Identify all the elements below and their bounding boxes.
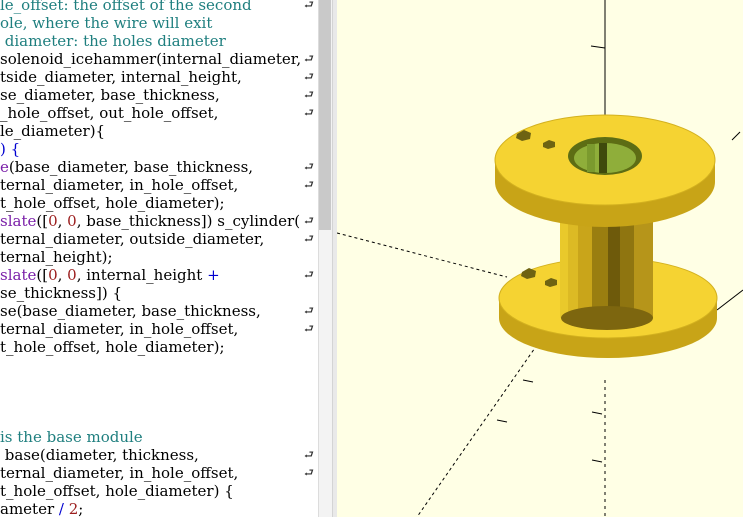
tick-4 <box>591 459 603 463</box>
code-token: (base_diameter, base_thickness, <box>8 158 254 176</box>
code-line: se(base_diameter, base_thickness, <box>0 302 261 320</box>
code-token: ternal_height); <box>0 248 113 266</box>
x-axis-negative <box>337 232 508 278</box>
code-token: base(diameter, thickness, <box>0 446 199 464</box>
code-line: e(base_diameter, base_thickness, <box>0 158 253 176</box>
code-line: ternal_diameter, in_hole_offset, <box>0 320 238 338</box>
wrap-arrow-icon: ⮐ <box>304 52 314 65</box>
wrap-arrow-icon: ⮐ <box>304 448 314 461</box>
code-token: ternal_diameter, in_hole_offset, <box>0 176 239 194</box>
code-line: ameter / 2; <box>0 500 83 517</box>
wrap-arrow-icon: ⮐ <box>304 304 314 317</box>
top-flange <box>494 114 716 227</box>
code-token: 0 <box>48 212 58 230</box>
code-token: le_offset: the offset of the second <box>0 0 252 14</box>
code-line: is the base module <box>0 428 143 446</box>
code-token: slate <box>0 212 37 230</box>
wrap-arrow-icon: ⮐ <box>304 178 314 191</box>
code-token: ole, where the wire will exit <box>0 14 213 32</box>
wrap-arrow-icon: ⮐ <box>304 88 314 101</box>
code-token: , <box>57 266 68 284</box>
code-token: solenoid_icehammer(internal_diameter, <box>0 50 302 68</box>
code-token: t_hole_offset, hole_diameter) { <box>0 482 234 500</box>
code-token: tside_diameter, internal_height, <box>0 68 242 86</box>
code-token: t_hole_offset, hole_diameter); <box>0 338 225 356</box>
3d-viewport[interactable] <box>337 0 743 517</box>
code-token: 0 <box>67 212 77 230</box>
code-token: slate <box>0 266 37 284</box>
wrap-arrow-icon: ⮐ <box>304 466 314 479</box>
code-token: 0 <box>67 266 77 284</box>
code-token: 0 <box>48 266 58 284</box>
code-token: ; <box>78 500 84 517</box>
x-axis <box>716 289 743 311</box>
wrap-arrow-icon: ⮐ <box>304 0 314 11</box>
code-line: se_diameter, base_thickness, <box>0 86 220 104</box>
code-editor[interactable]: le_offset: the offset of the second ⮐ ole,… <box>0 0 318 517</box>
code-token: , base_thickness]) s_cylinder( <box>76 212 301 230</box>
code-token: ([ <box>36 212 49 230</box>
code-token: , internal_height <box>76 266 208 284</box>
tick-5 <box>731 131 741 141</box>
code-line: diameter: the holes diameter <box>0 32 226 50</box>
code-line: _hole_offset, out_hole_offset, <box>0 104 218 122</box>
code-line: t_hole_offset, hole_diameter) { <box>0 482 234 500</box>
z-tick <box>590 45 606 49</box>
code-token: , <box>57 212 68 230</box>
wrap-arrow-icon: ⮐ <box>304 214 314 227</box>
code-line: slate([0, 0, base_thickness]) s_cylinder… <box>0 212 300 230</box>
code-token: ) { <box>0 140 21 158</box>
code-token: ameter <box>0 500 59 517</box>
code-token: is the base module <box>0 428 143 446</box>
code-token: se_thickness]) { <box>0 284 122 302</box>
code-line: tside_diameter, internal_height, <box>0 68 242 86</box>
editor-scrollbar-thumb[interactable] <box>319 0 331 230</box>
code-token: _hole_offset, out_hole_offset, <box>0 104 219 122</box>
wrap-arrow-icon: ⮐ <box>304 322 314 335</box>
tick-2 <box>496 419 508 423</box>
code-token: se_diameter, base_thickness, <box>0 86 220 104</box>
code-token: t_hole_offset, hole_diameter); <box>0 194 225 212</box>
wrap-arrow-icon: ⮐ <box>304 70 314 83</box>
code-token: ternal_diameter, in_hole_offset, <box>0 464 239 482</box>
code-token: ternal_diameter, outside_diameter, <box>0 230 265 248</box>
axes <box>337 0 743 517</box>
code-line: ternal_diameter, in_hole_offset, <box>0 464 238 482</box>
code-token: diameter: the holes diameter <box>0 32 226 50</box>
code-token: e <box>0 158 9 176</box>
code-line: t_hole_offset, hole_diameter); <box>0 194 225 212</box>
tick-3 <box>591 411 603 415</box>
code-token: + <box>207 266 220 284</box>
code-token: le_diameter){ <box>0 122 106 140</box>
code-token: ternal_diameter, in_hole_offset, <box>0 320 239 338</box>
code-line: ternal_diameter, in_hole_offset, <box>0 176 238 194</box>
code-line: base(diameter, thickness, <box>0 446 199 464</box>
center-cylinder <box>560 222 653 330</box>
code-line: slate([0, 0, internal_height + <box>0 266 220 284</box>
code-line: le_offset: the offset of the second <box>0 0 252 14</box>
code-line: ternal_height); <box>0 248 113 266</box>
wrap-arrow-icon: ⮐ <box>304 160 314 173</box>
code-token: ([ <box>36 266 49 284</box>
code-line: se_thickness]) { <box>0 284 122 302</box>
code-line: t_hole_offset, hole_diameter); <box>0 338 225 356</box>
code-line: le_diameter){ <box>0 122 105 140</box>
y-axis-negative <box>416 344 538 517</box>
tick-1 <box>522 379 534 383</box>
code-line: ) { <box>0 140 20 158</box>
code-token: 2 <box>68 500 79 517</box>
code-token: se(base_diameter, base_thickness, <box>0 302 261 320</box>
code-line: ternal_diameter, outside_diameter, <box>0 230 264 248</box>
wrap-arrow-icon: ⮐ <box>304 232 314 245</box>
code-line: solenoid_icehammer(internal_diameter, <box>0 50 301 68</box>
3d-render <box>337 0 743 517</box>
wrap-arrow-icon: ⮐ <box>304 106 314 119</box>
code-line: ole, where the wire will exit <box>0 14 212 32</box>
wrap-arrow-icon: ⮐ <box>304 268 314 281</box>
